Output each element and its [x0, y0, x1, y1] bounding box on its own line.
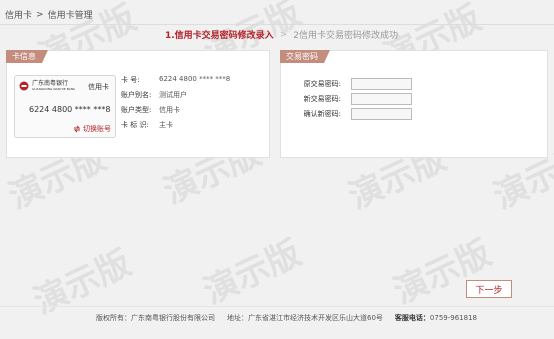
breadcrumb: 信用卡 > 信用卡管理	[5, 8, 93, 22]
new-password-input[interactable]	[351, 93, 412, 105]
footer-copyright: 版权所有：广东南粤银行股份有限公司	[96, 314, 215, 322]
card-number-display: 6224 4800 **** ***8	[29, 105, 111, 114]
switch-account-label: 切换账号	[83, 125, 111, 133]
account-alias-value: 测试用户	[159, 91, 187, 99]
password-panel-title: 交易密码	[280, 50, 330, 63]
bank-name: 广东南粤银行 GUANGDONG NANYUE BANK	[32, 80, 75, 91]
step-1-active: 1.信用卡交易密码修改录入	[165, 31, 274, 41]
bank-name-en: GUANGDONG NANYUE BANK	[32, 87, 76, 91]
footer-address: 地址：广东省湛江市经济技术开发区乐山大道60号	[227, 314, 383, 322]
confirm-password-input[interactable]	[351, 108, 412, 120]
breadcrumb-item-card-management[interactable]: 信用卡管理	[48, 8, 93, 21]
hotline-number: 0759-961818	[429, 314, 477, 322]
footer-divider	[0, 306, 554, 307]
progress-steps: 1.信用卡交易密码修改录入 > 2信用卡交易密码修改成功	[165, 28, 398, 42]
breadcrumb-item-credit-card[interactable]: 信用卡	[5, 8, 32, 21]
card-info-fields: 卡 号: 6224 4800 **** ***8 账户别名: 测试用户 账户类型…	[121, 75, 230, 130]
card-flag-value: 主卡	[159, 121, 173, 129]
footer: 版权所有：广东南粤银行股份有限公司 地址：广东省湛江市经济技术开发区乐山大道60…	[96, 313, 477, 323]
next-step-button[interactable]: 下一步	[466, 280, 512, 298]
breadcrumb-separator: >	[36, 9, 44, 20]
card-bank-header: 广东南粤银行 GUANGDONG NANYUE BANK	[19, 80, 75, 91]
switch-account-link[interactable]: 切换账号	[73, 124, 111, 134]
card-info-title: 卡信息	[6, 50, 48, 63]
bank-logo-icon	[19, 81, 29, 90]
account-type-value: 信用卡	[159, 106, 180, 114]
watermark: 演示版	[197, 232, 308, 313]
bank-name-cn: 广东南粤银行	[32, 80, 69, 87]
new-password-label: 新交易密码:	[303, 95, 341, 103]
password-form: 原交易密码: 新交易密码: 确认新密码:	[299, 78, 412, 120]
header-divider	[0, 24, 554, 25]
footer-hotline: 客服电话：0759-961818	[395, 313, 477, 323]
old-password-label: 原交易密码:	[303, 80, 341, 88]
hotline-label: 客服电话：	[394, 314, 430, 322]
card-flag-key: 卡 标 识:	[121, 121, 149, 129]
card-visual: 广东南粤银行 GUANGDONG NANYUE BANK 信用卡 6224 48…	[14, 75, 116, 138]
password-panel: 交易密码 原交易密码: 新交易密码: 确认新密码:	[280, 50, 548, 158]
old-password-input[interactable]	[351, 78, 412, 90]
switch-arrows-icon	[73, 125, 81, 133]
confirm-password-label: 确认新密码:	[303, 110, 341, 118]
card-number-key: 卡 号:	[121, 76, 140, 84]
step-2-inactive: 2信用卡交易密码修改成功	[293, 31, 398, 41]
card-info-panel: 卡信息 广东南粤银行 GUANGDONG NANYUE BANK 信用卡 622…	[6, 50, 270, 158]
step-arrow: >	[279, 29, 288, 40]
watermark: 演示版	[387, 232, 498, 313]
watermark: 演示版	[27, 242, 138, 323]
account-type-key: 账户类型:	[121, 106, 152, 114]
card-number-value: 6224 4800 **** ***8	[159, 75, 231, 83]
account-alias-key: 账户别名:	[121, 91, 152, 99]
card-type-label: 信用卡	[88, 83, 109, 91]
